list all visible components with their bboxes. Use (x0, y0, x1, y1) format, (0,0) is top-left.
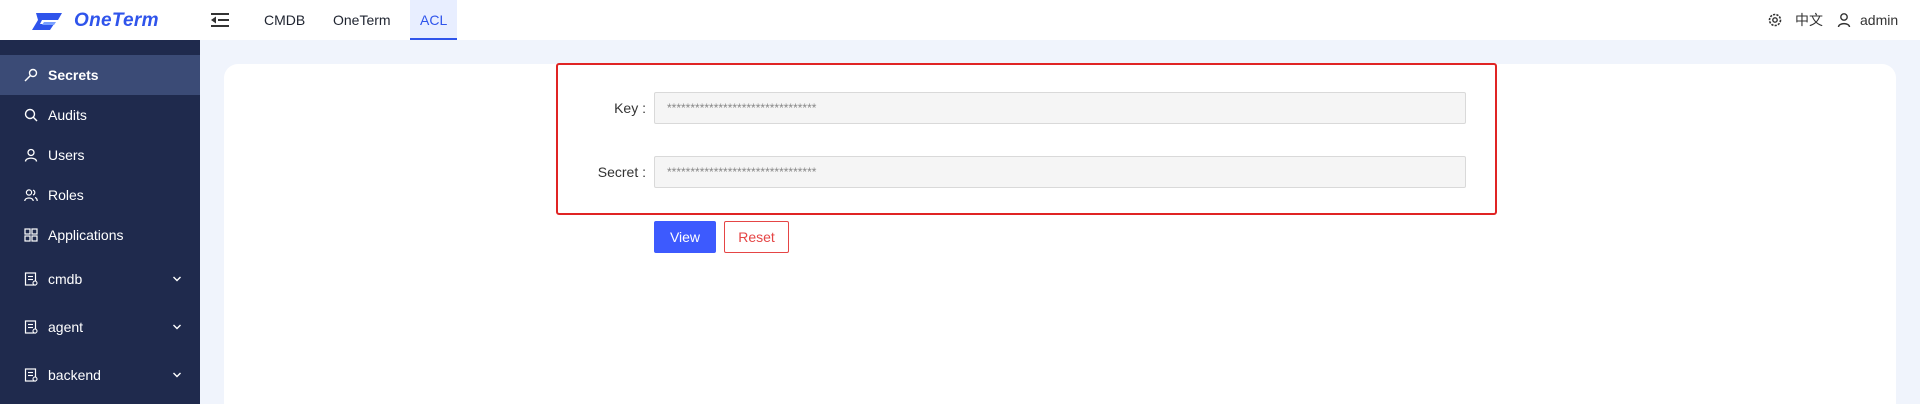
sidebar-item-agent[interactable]: agent (0, 307, 200, 347)
chevron-down-icon (173, 372, 181, 378)
sidebar-item-label: Applications (48, 227, 124, 243)
sidebar-item-secrets[interactable]: Secrets (0, 55, 200, 95)
secret-label: Secret : (597, 164, 646, 180)
sidebar-item-backend[interactable]: backend (0, 355, 200, 395)
reset-button[interactable]: Reset (724, 221, 789, 253)
user-icon (24, 148, 38, 162)
chevron-down-icon (173, 276, 181, 282)
sidebar-item-applications[interactable]: Applications (0, 215, 200, 255)
top-header: OneTerm CMDB OneTerm ACL 中文 admin (0, 0, 1920, 40)
sidebar-item-label: backend (48, 367, 101, 383)
sidebar-item-audits[interactable]: Audits (0, 95, 200, 135)
key-icon (24, 68, 38, 82)
gear-icon (1768, 13, 1782, 27)
sidebar-item-label: Secrets (48, 67, 99, 83)
app-name: OneTerm (74, 10, 159, 31)
user-icon (1837, 13, 1851, 28)
doc-icon (24, 368, 38, 382)
view-button[interactable]: View (654, 221, 716, 253)
tab-acl[interactable]: ACL (410, 0, 458, 40)
secret-input[interactable] (654, 156, 1466, 188)
settings-button[interactable] (1767, 0, 1783, 40)
sidebar-item-label: Roles (48, 187, 84, 203)
apps-icon (24, 228, 38, 242)
app-logo[interactable]: OneTerm (32, 10, 159, 32)
sidebar-item-users[interactable]: Users (0, 135, 200, 175)
tab-oneterm[interactable]: OneTerm (323, 0, 401, 40)
highlight-box (556, 63, 1497, 215)
sidebar-item-label: Users (48, 147, 85, 163)
sidebar: Secrets Audits Users Roles Applications … (0, 40, 200, 404)
sidebar-item-roles[interactable]: Roles (0, 175, 200, 215)
menu-fold-icon[interactable] (210, 11, 230, 29)
key-input[interactable] (654, 92, 1466, 124)
sidebar-item-label: agent (48, 319, 84, 335)
doc-icon (24, 272, 38, 286)
users-icon (24, 189, 38, 202)
logo-mark-icon (32, 13, 62, 30)
doc-icon (24, 320, 38, 334)
sidebar-item-label: Audits (48, 107, 87, 123)
key-label: Key : (614, 100, 646, 116)
user-menu[interactable]: admin (1836, 0, 1898, 40)
sidebar-item-label: cmdb (48, 271, 83, 287)
user-name: admin (1860, 12, 1899, 28)
tab-cmdb[interactable]: CMDB (254, 0, 315, 40)
search-icon (24, 108, 38, 122)
language-switch[interactable]: 中文 (1795, 0, 1823, 40)
sidebar-item-cmdb[interactable]: cmdb (0, 259, 200, 299)
chevron-down-icon (173, 324, 181, 330)
